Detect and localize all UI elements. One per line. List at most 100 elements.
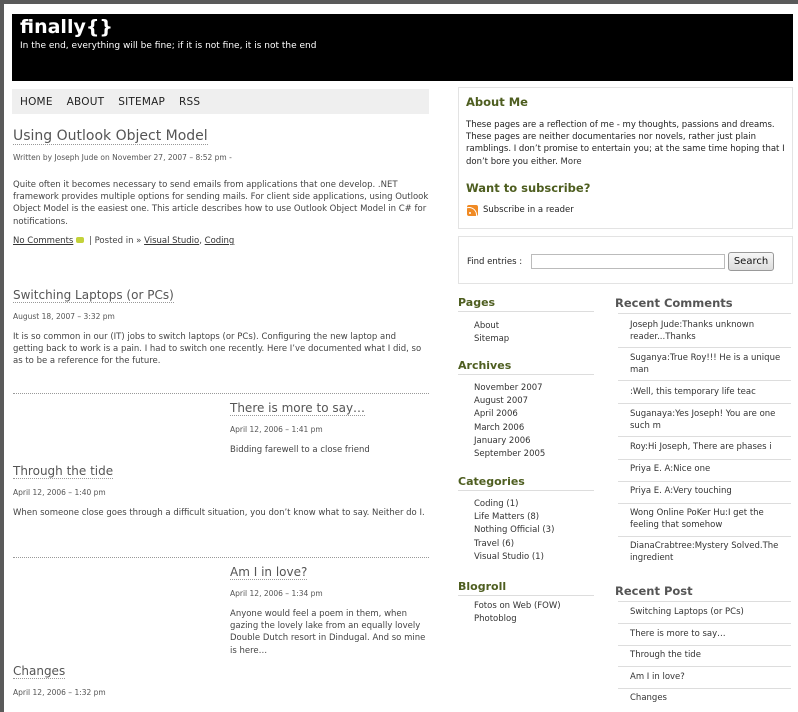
post-divider xyxy=(13,393,429,394)
nav-about[interactable]: ABOUT xyxy=(67,96,105,108)
archive-link[interactable]: January 2006 xyxy=(474,435,545,448)
rss-feed-icon xyxy=(467,205,478,216)
post-title[interactable]: Through the tide xyxy=(13,464,114,479)
blogroll-list: Fotos on Web (FOW) Photoblog xyxy=(474,600,561,626)
post-meta: April 12, 2006 – 1:32 pm xyxy=(13,688,106,697)
post-meta: April 12, 2006 – 1:41 pm xyxy=(230,425,323,434)
main-nav: HOME ABOUT SITEMAP RSS xyxy=(12,89,429,114)
recent-comment-item[interactable]: Roy:Hi Joseph, There are phases i xyxy=(630,442,790,454)
post-title[interactable]: Switching Laptops (or PCs) xyxy=(13,288,174,303)
blogroll-link[interactable]: Photoblog xyxy=(474,613,561,626)
item-rule xyxy=(618,666,791,667)
archive-link[interactable]: September 2005 xyxy=(474,448,545,461)
site-header: finally{} In the end, everything will be… xyxy=(12,14,793,81)
posted-in-label: | Posted in » xyxy=(86,236,145,246)
recent-comment-item[interactable]: Suganaya:Yes Joseph! You are one such m xyxy=(630,409,788,432)
item-rule xyxy=(618,481,791,482)
section-rule xyxy=(618,601,791,602)
post-meta: August 18, 2007 – 3:32 pm xyxy=(13,312,115,321)
post-meta: April 12, 2006 – 1:34 pm xyxy=(230,589,323,598)
archives-list: November 2007 August 2007 April 2006 Mar… xyxy=(474,382,545,461)
recent-post-item[interactable]: Switching Laptops (or PCs) xyxy=(630,607,788,619)
archive-link[interactable]: March 2006 xyxy=(474,422,545,435)
subscribe-link[interactable]: Subscribe in a reader xyxy=(483,204,574,216)
item-rule xyxy=(618,380,791,381)
recent-post-item[interactable]: Changes xyxy=(630,693,788,705)
page-link-about[interactable]: About xyxy=(474,320,509,333)
category-link[interactable]: Life Matters (8) xyxy=(474,511,554,524)
categories-list: Coding (1) Life Matters (8) Nothing Offi… xyxy=(474,498,554,564)
recent-comments-heading: Recent Comments xyxy=(615,296,733,310)
post-excerpt: Quite often it becomes necessary to send… xyxy=(13,180,429,227)
post-title[interactable]: Am I in love? xyxy=(230,565,308,580)
category-link[interactable]: Visual Studio (1) xyxy=(474,551,554,564)
post-meta: Written by Joseph Jude on November 27, 2… xyxy=(13,153,232,162)
item-rule xyxy=(618,347,791,348)
category-link[interactable]: Visual Studio xyxy=(144,236,199,246)
category-link[interactable]: Coding xyxy=(205,236,235,246)
post-excerpt: It is so common in our (IT) jobs to swit… xyxy=(13,332,422,367)
item-rule xyxy=(618,403,791,404)
archive-link[interactable]: November 2007 xyxy=(474,382,545,395)
recent-comment-item[interactable]: Wong Online PoKer Hu:I get the feeling t… xyxy=(630,508,788,531)
site-tagline: In the end, everything will be fine; if … xyxy=(20,41,317,51)
about-heading: About Me xyxy=(466,95,528,109)
about-text: These pages are a reflection of me - my … xyxy=(466,119,786,168)
pages-heading: Pages xyxy=(458,296,496,309)
category-link[interactable]: Coding (1) xyxy=(474,498,554,511)
recent-comment-item[interactable]: Suganya:True Roy!!! He is a unique man xyxy=(630,353,788,376)
about-paragraph: These pages are a reflection of me - my … xyxy=(466,120,785,167)
section-rule xyxy=(458,595,594,596)
post-title[interactable]: Changes xyxy=(13,664,66,679)
page: finally{} In the end, everything will be… xyxy=(4,4,798,712)
nav-home[interactable]: HOME xyxy=(20,96,53,108)
search-button[interactable]: Search xyxy=(728,252,774,271)
section-rule xyxy=(458,490,594,491)
archive-link[interactable]: August 2007 xyxy=(474,395,545,408)
post-meta: April 12, 2006 – 1:40 pm xyxy=(13,488,106,497)
post-title[interactable]: There is more to say… xyxy=(230,401,366,416)
blogroll-link[interactable]: Fotos on Web (FOW) xyxy=(474,600,561,613)
section-rule xyxy=(618,313,791,314)
post-footer: No Comments | Posted in » Visual Studio,… xyxy=(13,236,235,246)
recent-post-item[interactable]: Through the tide xyxy=(630,650,788,662)
site-title[interactable]: finally{} xyxy=(20,16,113,38)
item-rule xyxy=(618,623,791,624)
item-rule xyxy=(618,459,791,460)
item-rule xyxy=(618,688,791,689)
recent-comment-item[interactable]: Priya E. A:Very touching xyxy=(630,486,788,498)
item-rule xyxy=(618,503,791,504)
pages-list: About Sitemap xyxy=(474,320,509,346)
item-rule xyxy=(618,436,791,437)
recent-comment-item[interactable]: Joseph Jude:Thanks unknown reader...Than… xyxy=(630,320,788,343)
page-link-sitemap[interactable]: Sitemap xyxy=(474,333,509,346)
post-excerpt: When someone close goes through a diffic… xyxy=(13,508,425,518)
post-divider xyxy=(13,557,429,558)
post-excerpt: Bidding farewell to a close friend xyxy=(230,445,370,455)
recent-comment-item[interactable]: DianaCrabtree:Mystery Solved.The ingredi… xyxy=(630,541,788,564)
section-rule xyxy=(458,374,594,375)
recent-post-item[interactable]: There is more to say… xyxy=(630,629,788,641)
blogroll-heading: Blogroll xyxy=(458,580,507,593)
comments-link[interactable]: No Comments xyxy=(13,236,73,246)
post-title[interactable]: Using Outlook Object Model xyxy=(13,128,208,145)
post-excerpt: Anyone would feel a poem in them, when g… xyxy=(230,609,426,656)
item-rule xyxy=(618,536,791,537)
categories-heading: Categories xyxy=(458,475,525,488)
recent-post-item[interactable]: Am I in love? xyxy=(630,672,788,684)
recent-posts-heading: Recent Post xyxy=(615,584,693,598)
item-rule xyxy=(618,645,791,646)
nav-sitemap[interactable]: SITEMAP xyxy=(118,96,165,108)
nav-rss[interactable]: RSS xyxy=(179,96,200,108)
search-label: Find entries : xyxy=(467,257,523,267)
archive-link[interactable]: April 2006 xyxy=(474,408,545,421)
about-more-link[interactable]: More xyxy=(561,157,582,167)
category-link[interactable]: Travel (6) xyxy=(474,538,554,551)
section-rule xyxy=(458,311,594,312)
comment-bubble-icon xyxy=(76,237,85,243)
subscribe-heading: Want to subscribe? xyxy=(466,181,591,195)
search-input[interactable] xyxy=(531,254,725,269)
category-link[interactable]: Nothing Official (3) xyxy=(474,524,554,537)
recent-comment-item[interactable]: Priya E. A:Nice one xyxy=(630,464,788,476)
recent-comment-item[interactable]: :Well, this temporary life teac xyxy=(630,387,788,399)
